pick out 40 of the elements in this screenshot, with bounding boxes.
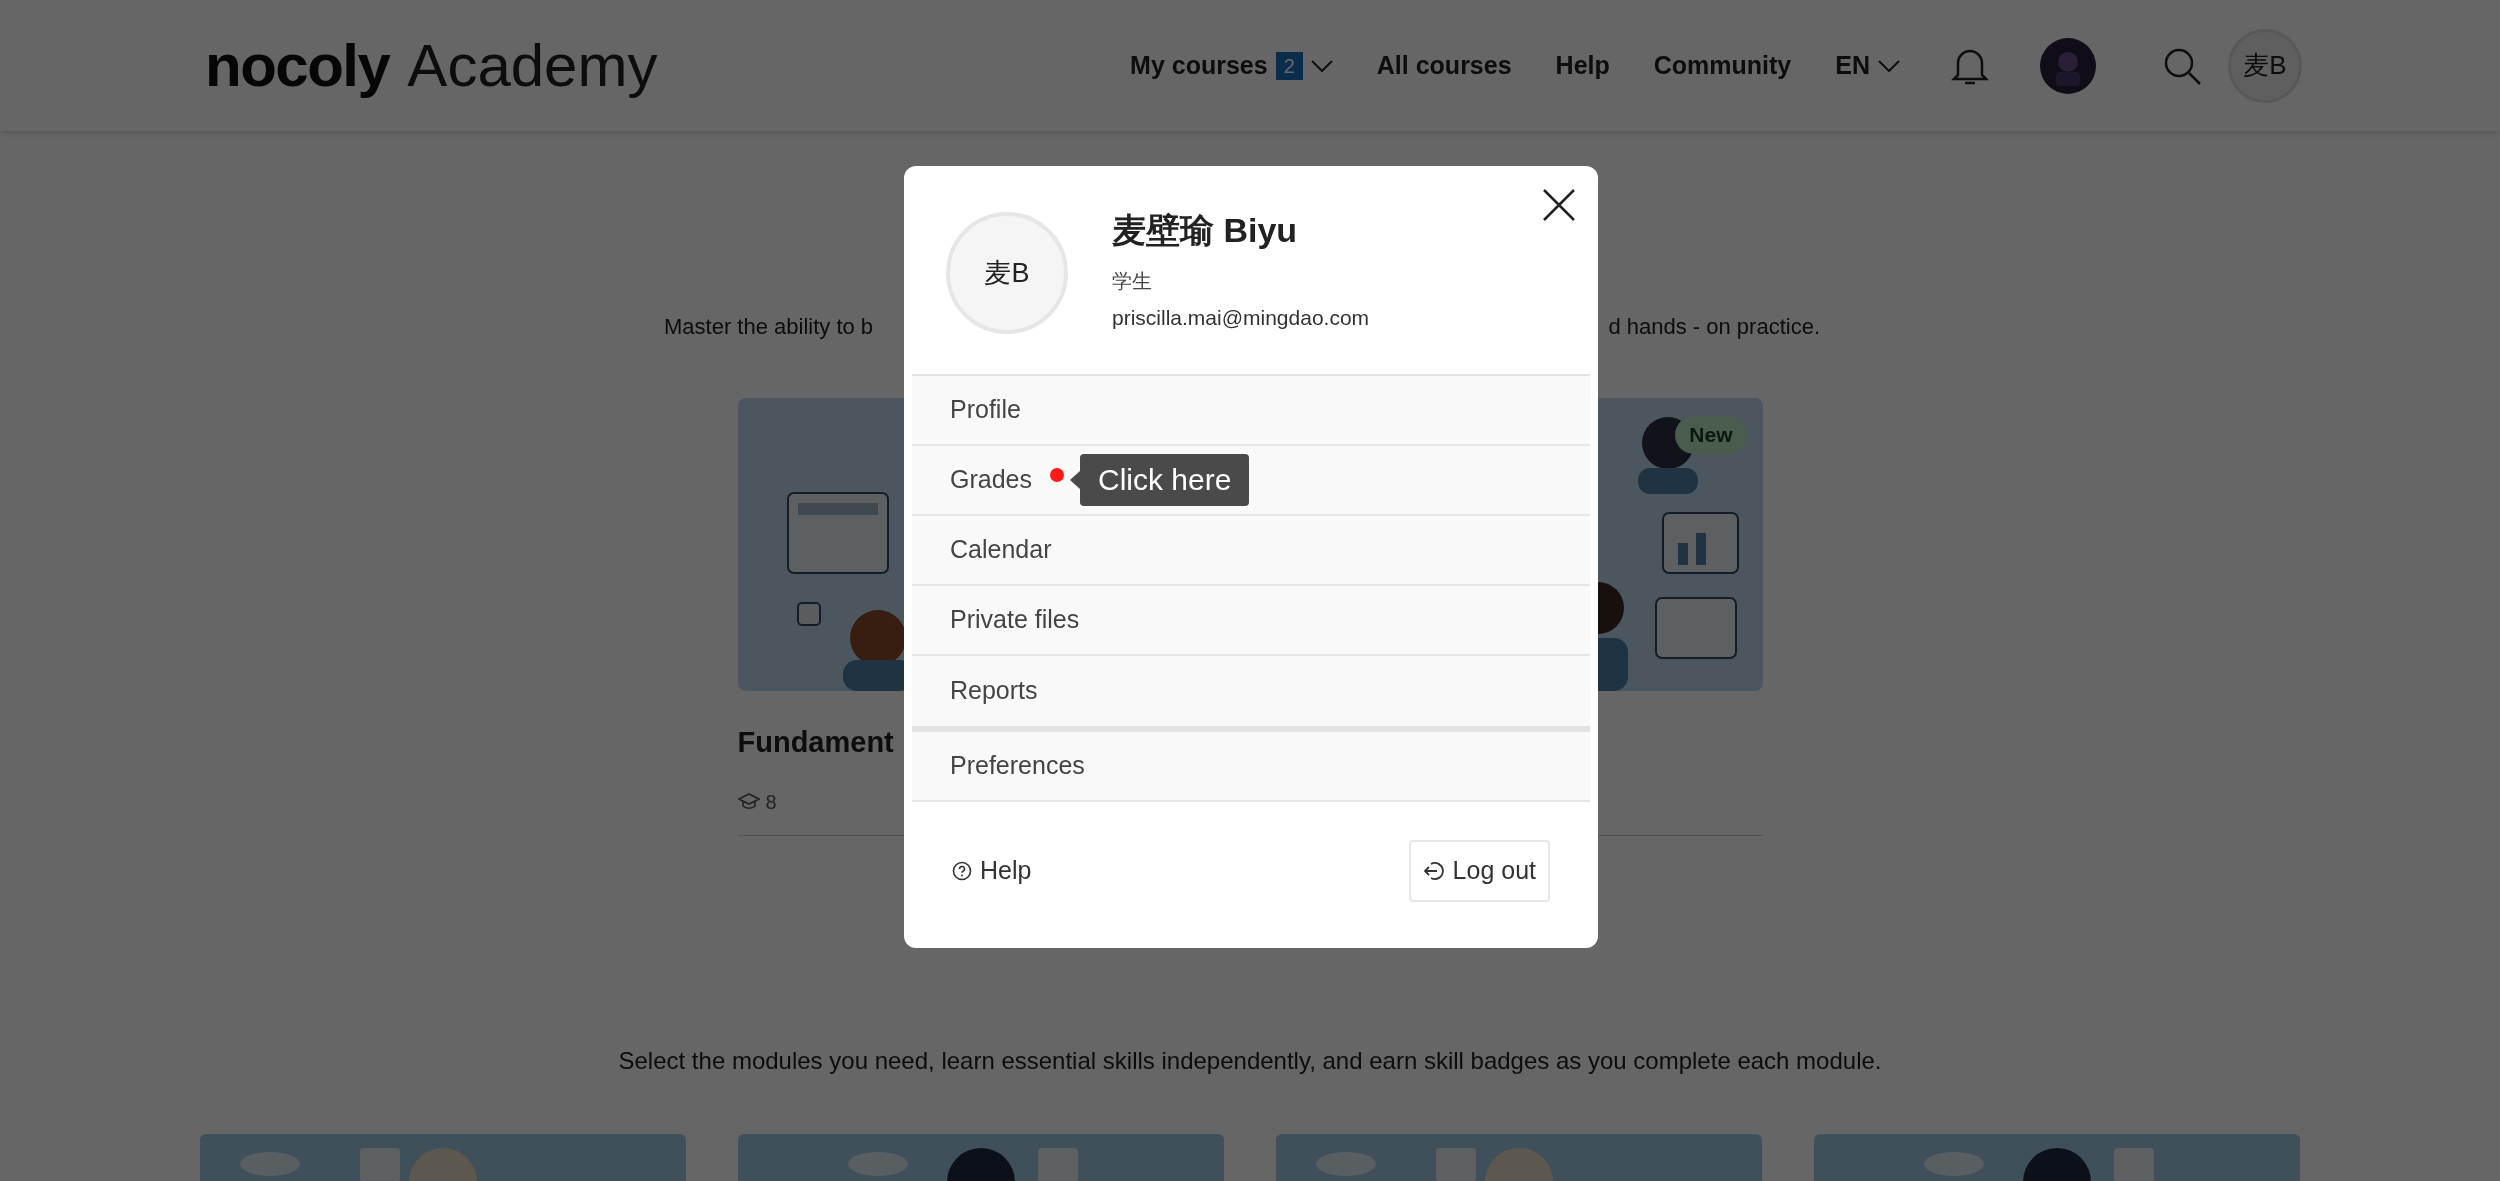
user-avatar: 麦B	[946, 212, 1068, 334]
menu-item[interactable]: Profile	[912, 376, 1590, 446]
lesson-count: 8	[765, 789, 777, 815]
logo-brand[interactable]: nocoly	[205, 20, 390, 111]
user-name: 麦壁瑜 Biyu	[1112, 209, 1299, 251]
new-badge: New	[1675, 416, 1747, 454]
chevron-icon	[1310, 59, 1333, 72]
menu-item-label: Grades	[950, 464, 1032, 496]
menu-item[interactable]: Calendar	[912, 516, 1590, 586]
menu-item-label: Reports	[950, 675, 1038, 707]
avatar-icon[interactable]	[2040, 37, 2096, 94]
menu-item[interactable]: Private files	[912, 586, 1590, 656]
close-icon[interactable]	[1542, 188, 1576, 222]
menu-item-label: Profile	[950, 394, 1021, 426]
help-icon	[952, 861, 972, 881]
menu-item[interactable]: Grades Click here	[912, 446, 1590, 516]
menu-item[interactable]: Reports	[912, 656, 1590, 726]
logout-button[interactable]: Log out	[1408, 840, 1550, 902]
user-role: 学生	[1112, 268, 1153, 294]
chevron-icon	[1878, 59, 1900, 72]
menu-item[interactable]: Preferences	[912, 732, 1590, 802]
nav-link[interactable]: All courses	[1376, 46, 1512, 85]
user-email: priscilla.mai@mingdao.com	[1112, 304, 1370, 331]
menu-item-label: Private files	[950, 604, 1080, 636]
logout-icon	[1422, 860, 1445, 882]
tooltip: Click here	[1080, 454, 1250, 506]
nav-link[interactable]: Help	[1555, 46, 1610, 85]
intro-text: d hands - on practice.	[1608, 313, 1820, 341]
intro-text: Master the ability to b	[664, 313, 874, 341]
help-link[interactable]: Help	[952, 852, 1032, 890]
nav-link[interactable]: Community	[1653, 46, 1792, 85]
user-avatar[interactable]: 麦B	[2228, 28, 2302, 103]
modules-intro: Select the modules you need, learn essential skills independently, and earn skill badges as you complete each module.	[618, 1045, 1882, 1076]
count-badge: 2	[1275, 51, 1303, 80]
menu-item-label: Calendar	[950, 534, 1052, 566]
logo-product[interactable]: Academy	[407, 20, 658, 111]
graduation-cap-icon	[737, 792, 760, 811]
menu-item-label: Preferences	[950, 750, 1085, 782]
nav-link[interactable]: My courses	[1130, 46, 1268, 85]
language-selector[interactable]: EN	[1835, 46, 1900, 85]
